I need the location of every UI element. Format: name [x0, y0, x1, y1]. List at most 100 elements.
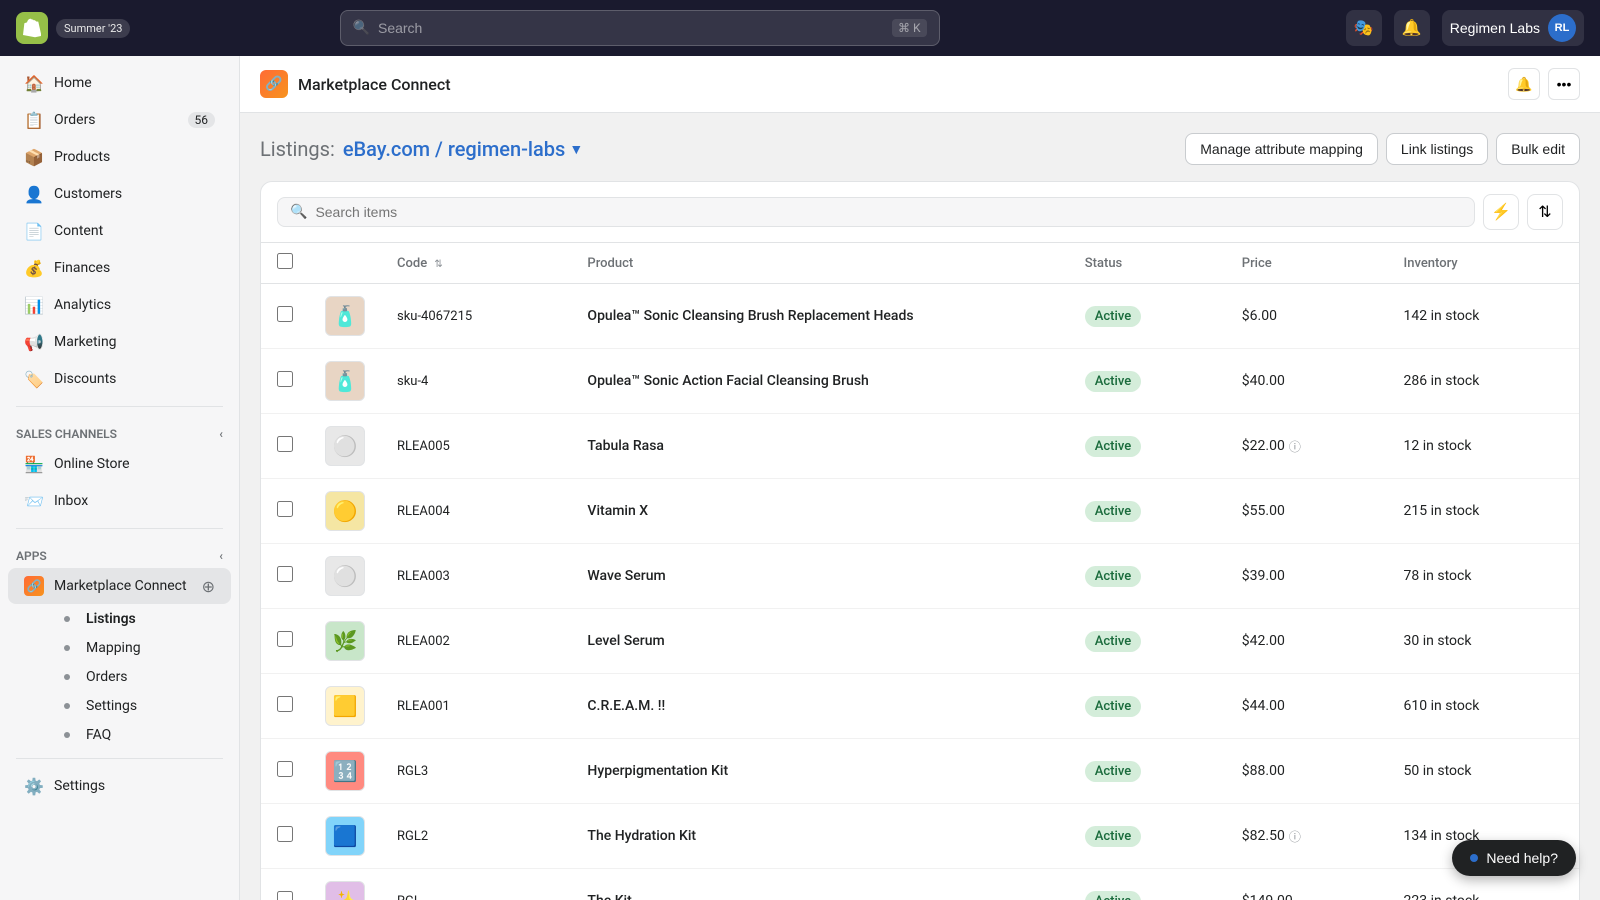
row-price-2: $22.00 ⓘ [1226, 414, 1388, 479]
more-options-btn[interactable]: ••• [1548, 68, 1580, 100]
orders-icon: 📋 [24, 110, 44, 130]
search-input[interactable] [378, 20, 884, 36]
table-row[interactable]: ⚪ RLEA005 Tabula Rasa Active $22.00 ⓘ 12… [261, 414, 1579, 479]
global-search[interactable]: 🔍 ⌘ K [340, 10, 940, 46]
sidebar-item-orders[interactable]: 📋 Orders 56 [8, 102, 231, 138]
orders-label: Orders [78, 669, 128, 685]
row-status-9: Active [1069, 869, 1226, 900]
row-checkbox-8[interactable] [277, 826, 293, 842]
sidebar-sub-item-mapping[interactable]: Mapping [8, 634, 231, 662]
listings-area: Listings: eBay.com / regimen-labs ▼ Mana… [240, 113, 1600, 900]
sidebar-sub-item-faq[interactable]: FAQ [8, 721, 231, 749]
table-row[interactable]: 🟦 RGL2 The Hydration Kit Active $82.50 ⓘ… [261, 804, 1579, 869]
online-store-label: Online Store [54, 456, 130, 472]
store-selector[interactable]: eBay.com / regimen-labs ▼ [343, 137, 583, 161]
row-checkbox-cell-3[interactable] [261, 479, 309, 544]
apps-section[interactable]: Apps ‹ [0, 537, 239, 567]
select-all-checkbox[interactable] [277, 253, 293, 269]
sidebar-item-content[interactable]: 📄 Content [8, 213, 231, 249]
table-row[interactable]: ⚪ RLEA003 Wave Serum Active $39.00 78 in… [261, 544, 1579, 609]
filter-button[interactable]: ⚡ [1483, 194, 1519, 230]
settings-icon: ⚙️ [24, 776, 44, 796]
table-row[interactable]: 🧴 sku-4 Opulea™ Sonic Action Facial Clea… [261, 349, 1579, 414]
header-checkbox-cell[interactable] [261, 243, 309, 284]
sidebar: 🏠 Home 📋 Orders 56 📦 Products 👤 Customer… [0, 56, 240, 900]
items-search[interactable]: 🔍 [277, 197, 1475, 227]
sidebar-sub-item-settings[interactable]: Settings [8, 692, 231, 720]
bell-button[interactable]: 🔔 [1394, 10, 1430, 46]
row-checkbox-2[interactable] [277, 436, 293, 452]
sidebar-item-products[interactable]: 📦 Products [8, 139, 231, 175]
table-row[interactable]: 🧴 sku-4067215 Opulea™ Sonic Cleansing Br… [261, 284, 1579, 349]
link-listings-button[interactable]: Link listings [1386, 133, 1488, 165]
content-label: Content [54, 223, 103, 239]
shopify-logo: Summer '23 [16, 12, 130, 44]
table-row[interactable]: 🟨 RLEA001 C.R.E.A.M. !! Active $44.00 61… [261, 674, 1579, 739]
price-info-2: $22.00 ⓘ [1242, 438, 1372, 455]
row-checkbox-cell-8[interactable] [261, 804, 309, 869]
row-product-4: Wave Serum [571, 544, 1068, 609]
notification-icon-btn[interactable]: 🔔 [1508, 68, 1540, 100]
sidebar-item-settings[interactable]: ⚙️ Settings [8, 768, 231, 804]
apps: 🔗 Marketplace Connect ⊕ Listings Mapping… [0, 567, 239, 750]
row-checkbox-cell-4[interactable] [261, 544, 309, 609]
row-checkbox-cell-1[interactable] [261, 349, 309, 414]
sales-channels-section[interactable]: Sales channels ‹ [0, 415, 239, 445]
mapping-label: Mapping [78, 640, 141, 656]
row-checkbox-cell-6[interactable] [261, 674, 309, 739]
row-checkbox-4[interactable] [277, 566, 293, 582]
table-row[interactable]: 🔢 RGL3 Hyperpigmentation Kit Active $88.… [261, 739, 1579, 804]
sidebar-sub-item-listings[interactable]: Listings [8, 605, 231, 633]
sidebar-item-marketplace-connect[interactable]: 🔗 Marketplace Connect ⊕ [8, 568, 231, 604]
sidebar-item-customers[interactable]: 👤 Customers [8, 176, 231, 212]
products-icon: 📦 [24, 147, 44, 167]
row-checkbox-cell-0[interactable] [261, 284, 309, 349]
add-app-icon[interactable]: ⊕ [202, 577, 215, 596]
row-checkbox-9[interactable] [277, 891, 293, 900]
row-thumb-9: ✨ [309, 869, 381, 900]
finances-icon: 💰 [24, 258, 44, 278]
notifications-button[interactable]: 🎭 [1346, 10, 1382, 46]
row-checkbox-0[interactable] [277, 306, 293, 322]
divider-3 [16, 758, 223, 759]
header-code[interactable]: Code ⇅ [381, 243, 571, 284]
sidebar-item-inbox[interactable]: 📨 Inbox [8, 483, 231, 519]
row-checkbox-3[interactable] [277, 501, 293, 517]
manage-mapping-button[interactable]: Manage attribute mapping [1185, 133, 1378, 165]
row-checkbox-cell-9[interactable] [261, 869, 309, 900]
row-checkbox-cell-5[interactable] [261, 609, 309, 674]
row-checkbox-cell-7[interactable] [261, 739, 309, 804]
sidebar-item-finances[interactable]: 💰 Finances [8, 250, 231, 286]
price-info-icon-2[interactable]: ⓘ [1289, 438, 1301, 455]
price-info-icon-8[interactable]: ⓘ [1289, 828, 1301, 845]
status-badge-8: Active [1085, 826, 1141, 847]
user-menu-button[interactable]: Regimen Labs RL [1442, 10, 1584, 46]
items-search-input[interactable] [315, 204, 1462, 220]
row-checkbox-cell-2[interactable] [261, 414, 309, 479]
status-badge-1: Active [1085, 371, 1141, 392]
row-code-6: RLEA001 [381, 674, 571, 739]
table-row[interactable]: 🌿 RLEA002 Level Serum Active $42.00 30 i… [261, 609, 1579, 674]
row-checkbox-7[interactable] [277, 761, 293, 777]
analytics-label: Analytics [54, 297, 111, 313]
sidebar-item-discounts[interactable]: 🏷️ Discounts [8, 361, 231, 397]
row-checkbox-1[interactable] [277, 371, 293, 387]
finances-label: Finances [54, 260, 110, 276]
row-checkbox-6[interactable] [277, 696, 293, 712]
sidebar-sub-item-orders[interactable]: Orders [8, 663, 231, 691]
table-card: 🔍 ⚡ ⇅ Code ⇅ [260, 181, 1580, 900]
listings-table: Code ⇅ Product Status Price Inventory [261, 243, 1579, 900]
sort-button[interactable]: ⇅ [1527, 194, 1563, 230]
product-image-5: 🌿 [325, 621, 365, 661]
bulk-edit-button[interactable]: Bulk edit [1496, 133, 1580, 165]
sidebar-item-analytics[interactable]: 📊 Analytics [8, 287, 231, 323]
sidebar-item-home[interactable]: 🏠 Home [8, 65, 231, 101]
table-row[interactable]: 🟡 RLEA004 Vitamin X Active $55.00 215 in… [261, 479, 1579, 544]
help-button[interactable]: Need help? [1452, 840, 1576, 876]
row-thumb-8: 🟦 [309, 804, 381, 869]
sidebar-item-marketing[interactable]: 📢 Marketing [8, 324, 231, 360]
row-checkbox-5[interactable] [277, 631, 293, 647]
row-inventory-1: 286 in stock [1388, 349, 1579, 414]
sidebar-item-online-store[interactable]: 🏪 Online Store [8, 446, 231, 482]
table-row[interactable]: ✨ RGL The Kit Active $149.00 223 in stoc… [261, 869, 1579, 900]
